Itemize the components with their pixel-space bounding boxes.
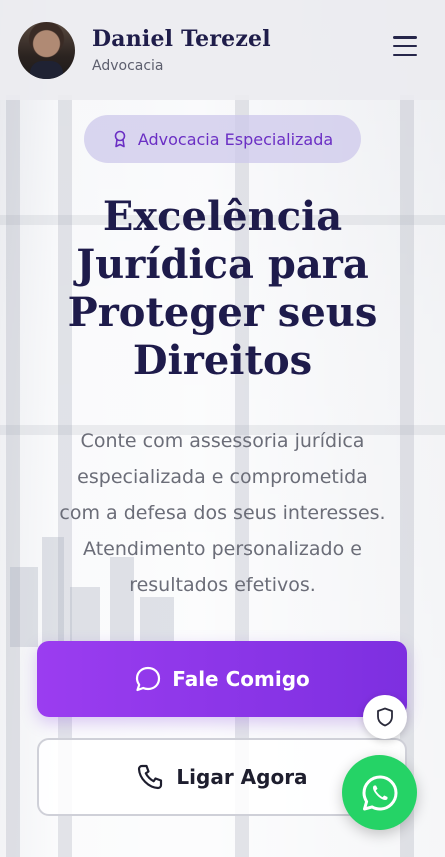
description-line: com a defesa dos seus interesses. bbox=[59, 502, 386, 524]
hero-title-line: Proteger seus bbox=[67, 289, 378, 336]
menu-icon[interactable] bbox=[393, 36, 417, 56]
hero-title: Excelência Jurídica para Proteger seus D… bbox=[30, 193, 415, 385]
description-line: especializada e comprometida bbox=[77, 466, 368, 488]
hero-title-line: Excelência bbox=[102, 193, 343, 240]
description-line: Atendimento personalizado e bbox=[83, 538, 362, 560]
description-line: Conte com assessoria jurídica bbox=[80, 430, 365, 452]
whatsapp-icon bbox=[362, 775, 397, 810]
description-line: resultados efetivos. bbox=[129, 574, 316, 596]
brand[interactable]: Daniel Terezel Advocacia bbox=[92, 26, 271, 74]
call-button-label: Ligar Agora bbox=[176, 765, 308, 789]
hero-title-line: Direitos bbox=[132, 337, 313, 384]
hero-title-line: Jurídica para bbox=[76, 241, 369, 288]
privacy-button[interactable] bbox=[363, 695, 407, 739]
award-icon bbox=[114, 130, 126, 148]
chat-bubble-icon bbox=[136, 666, 161, 692]
shield-icon bbox=[377, 707, 393, 727]
phone-icon bbox=[138, 764, 163, 790]
hero-description: Conte com assessoria jurídica especializ… bbox=[28, 423, 417, 603]
contact-button[interactable]: Fale Comigo bbox=[37, 641, 407, 717]
badge-label: Advocacia Especializada bbox=[137, 129, 334, 149]
contact-button-label: Fale Comigo bbox=[172, 667, 310, 691]
specialty-badge: Advocacia Especializada bbox=[84, 115, 361, 163]
brand-name: Daniel Terezel bbox=[92, 26, 271, 52]
avatar bbox=[18, 21, 75, 79]
brand-subtitle: Advocacia bbox=[92, 58, 164, 74]
site-header: Daniel Terezel Advocacia bbox=[0, 0, 445, 100]
whatsapp-button[interactable] bbox=[342, 755, 417, 830]
